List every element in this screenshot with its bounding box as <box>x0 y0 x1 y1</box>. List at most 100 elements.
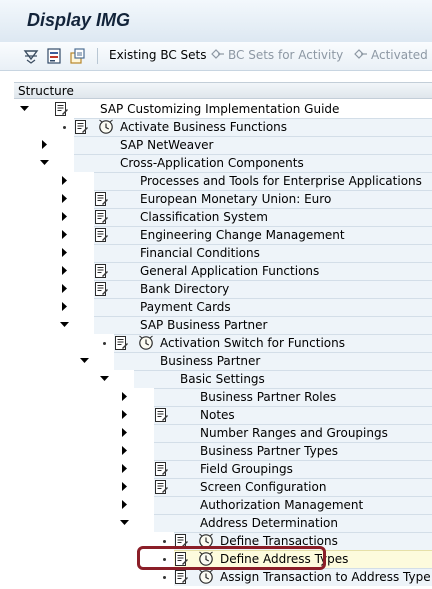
tree-node[interactable]: Engineering Change Management <box>14 226 432 244</box>
tree-node[interactable]: Notes <box>14 406 432 424</box>
collapse-arrow-icon[interactable] <box>60 320 69 329</box>
tree-node[interactable]: Processes and Tools for Enterprise Appli… <box>14 172 432 190</box>
tree-node[interactable]: Address Determination <box>14 514 432 532</box>
bc-set-icon <box>211 49 224 59</box>
tree-node-label[interactable]: European Monetary Union: Euro <box>140 192 331 206</box>
tree-node[interactable]: Field Groupings <box>14 460 432 478</box>
tree-node-label[interactable]: Number Ranges and Groupings <box>200 426 388 440</box>
tree-node-label[interactable]: General Application Functions <box>140 264 319 278</box>
documentation-icon[interactable] <box>93 227 109 243</box>
tree-node-label[interactable]: Financial Conditions <box>140 246 260 260</box>
documentation-icon[interactable] <box>113 335 129 351</box>
tree-node-label[interactable]: Activate Business Functions <box>120 120 287 134</box>
tree-node[interactable]: Activate Business Functions <box>14 118 432 136</box>
expand-arrow-icon[interactable] <box>60 230 69 239</box>
tree-node[interactable]: Cross-Application Components <box>14 154 432 172</box>
expand-arrow-icon[interactable] <box>120 410 129 419</box>
tree-node-label[interactable]: Authorization Management <box>200 498 363 512</box>
title-bar: Display IMG <box>0 0 432 43</box>
release-notes-icon[interactable] <box>68 47 86 65</box>
tree-node-label[interactable]: Engineering Change Management <box>140 228 345 242</box>
leaf-bullet <box>163 540 166 543</box>
bookmark-icon[interactable] <box>45 47 63 65</box>
application-toolbar: Existing BC Sets BC Sets for Activity Ac… <box>0 42 432 71</box>
documentation-icon[interactable] <box>93 281 109 297</box>
documentation-icon[interactable] <box>93 263 109 279</box>
expand-arrow-icon[interactable] <box>60 302 69 311</box>
tree-node-label[interactable]: Processes and Tools for Enterprise Appli… <box>140 174 422 188</box>
existing-bc-sets-button[interactable]: Existing BC Sets <box>109 48 207 62</box>
expand-arrow-icon[interactable] <box>60 212 69 221</box>
find-icon[interactable] <box>22 47 40 65</box>
tree-node-label[interactable]: Assign Transaction to Address Type <box>220 570 431 584</box>
tree-node[interactable]: Financial Conditions <box>14 244 432 262</box>
tree-node[interactable]: European Monetary Union: Euro <box>14 190 432 208</box>
tree-node-label[interactable]: Classification System <box>140 210 268 224</box>
tree-node-label[interactable]: SAP NetWeaver <box>120 138 213 152</box>
documentation-icon[interactable] <box>73 119 89 135</box>
tree-node-label[interactable]: Notes <box>200 408 235 422</box>
expand-arrow-icon[interactable] <box>120 500 129 509</box>
documentation-icon[interactable] <box>93 191 109 207</box>
collapse-arrow-icon[interactable] <box>20 104 29 113</box>
tree-node-label[interactable]: Address Determination <box>200 516 338 530</box>
structure-header-label: Structure <box>18 84 74 98</box>
bc-sets-for-activity-button[interactable]: BC Sets for Activity <box>210 48 343 62</box>
expand-arrow-icon[interactable] <box>60 284 69 293</box>
tree-node[interactable]: Business Partner Types <box>14 442 432 460</box>
tree-node[interactable]: Basic Settings <box>14 370 432 388</box>
tree-node-label[interactable]: Business Partner Types <box>200 444 338 458</box>
tree-node[interactable]: SAP Customizing Implementation Guide <box>14 100 432 118</box>
expand-arrow-icon[interactable] <box>120 482 129 491</box>
tree-node-label[interactable]: Payment Cards <box>140 300 231 314</box>
tree-node[interactable]: Bank Directory <box>14 280 432 298</box>
tree-node[interactable]: Payment Cards <box>14 298 432 316</box>
tree-node-label[interactable]: SAP Business Partner <box>140 318 267 332</box>
tree-node-label[interactable]: Cross-Application Components <box>120 156 304 170</box>
tree-node[interactable]: Business Partner <box>14 352 432 370</box>
tree-node-label[interactable]: Basic Settings <box>180 372 265 386</box>
execute-activity-icon[interactable] <box>138 335 154 351</box>
collapse-arrow-icon[interactable] <box>120 518 129 527</box>
tree-node[interactable]: Classification System <box>14 208 432 226</box>
bc-sets-for-activity-label: BC Sets for Activity <box>228 48 344 62</box>
activated-bc-sets-button[interactable]: Activated B <box>353 48 432 62</box>
documentation-icon[interactable] <box>153 407 169 423</box>
tree-node[interactable]: SAP Business Partner <box>14 316 432 334</box>
documentation-icon[interactable] <box>153 479 169 495</box>
tree-node-label[interactable]: Screen Configuration <box>200 480 326 494</box>
tree-node[interactable]: Business Partner Roles <box>14 388 432 406</box>
expand-arrow-icon[interactable] <box>60 176 69 185</box>
execute-activity-icon[interactable] <box>198 569 214 585</box>
tree-node-label[interactable]: Business Partner <box>160 354 260 368</box>
tree-node-label[interactable]: Bank Directory <box>140 282 229 296</box>
tree-node-label[interactable]: Business Partner Roles <box>200 390 336 404</box>
documentation-icon[interactable] <box>53 101 69 117</box>
tree-node[interactable]: Activation Switch for Functions <box>14 334 432 352</box>
expand-arrow-icon[interactable] <box>120 446 129 455</box>
documentation-icon[interactable] <box>173 569 189 585</box>
tree-node[interactable]: SAP NetWeaver <box>14 136 432 154</box>
collapse-arrow-icon[interactable] <box>80 356 89 365</box>
tree-node[interactable]: Number Ranges and Groupings <box>14 424 432 442</box>
tree-node[interactable]: General Application Functions <box>14 262 432 280</box>
tree-node-label[interactable]: SAP Customizing Implementation Guide <box>100 102 339 116</box>
expand-arrow-icon[interactable] <box>120 392 129 401</box>
tree-node-label[interactable]: Activation Switch for Functions <box>160 336 345 350</box>
tree-row-band <box>154 406 432 424</box>
expand-arrow-icon[interactable] <box>60 194 69 203</box>
tree-node[interactable]: Assign Transaction to Address Type <box>14 568 432 586</box>
expand-arrow-icon[interactable] <box>120 428 129 437</box>
execute-activity-icon[interactable] <box>98 119 114 135</box>
documentation-icon[interactable] <box>93 209 109 225</box>
collapse-arrow-icon[interactable] <box>100 374 109 383</box>
expand-arrow-icon[interactable] <box>60 266 69 275</box>
tree-node[interactable]: Screen Configuration <box>14 478 432 496</box>
expand-arrow-icon[interactable] <box>120 464 129 473</box>
expand-arrow-icon[interactable] <box>60 248 69 257</box>
expand-arrow-icon[interactable] <box>40 140 49 149</box>
tree-node[interactable]: Authorization Management <box>14 496 432 514</box>
tree-node-label[interactable]: Field Groupings <box>200 462 293 476</box>
collapse-arrow-icon[interactable] <box>40 158 49 167</box>
documentation-icon[interactable] <box>153 461 169 477</box>
